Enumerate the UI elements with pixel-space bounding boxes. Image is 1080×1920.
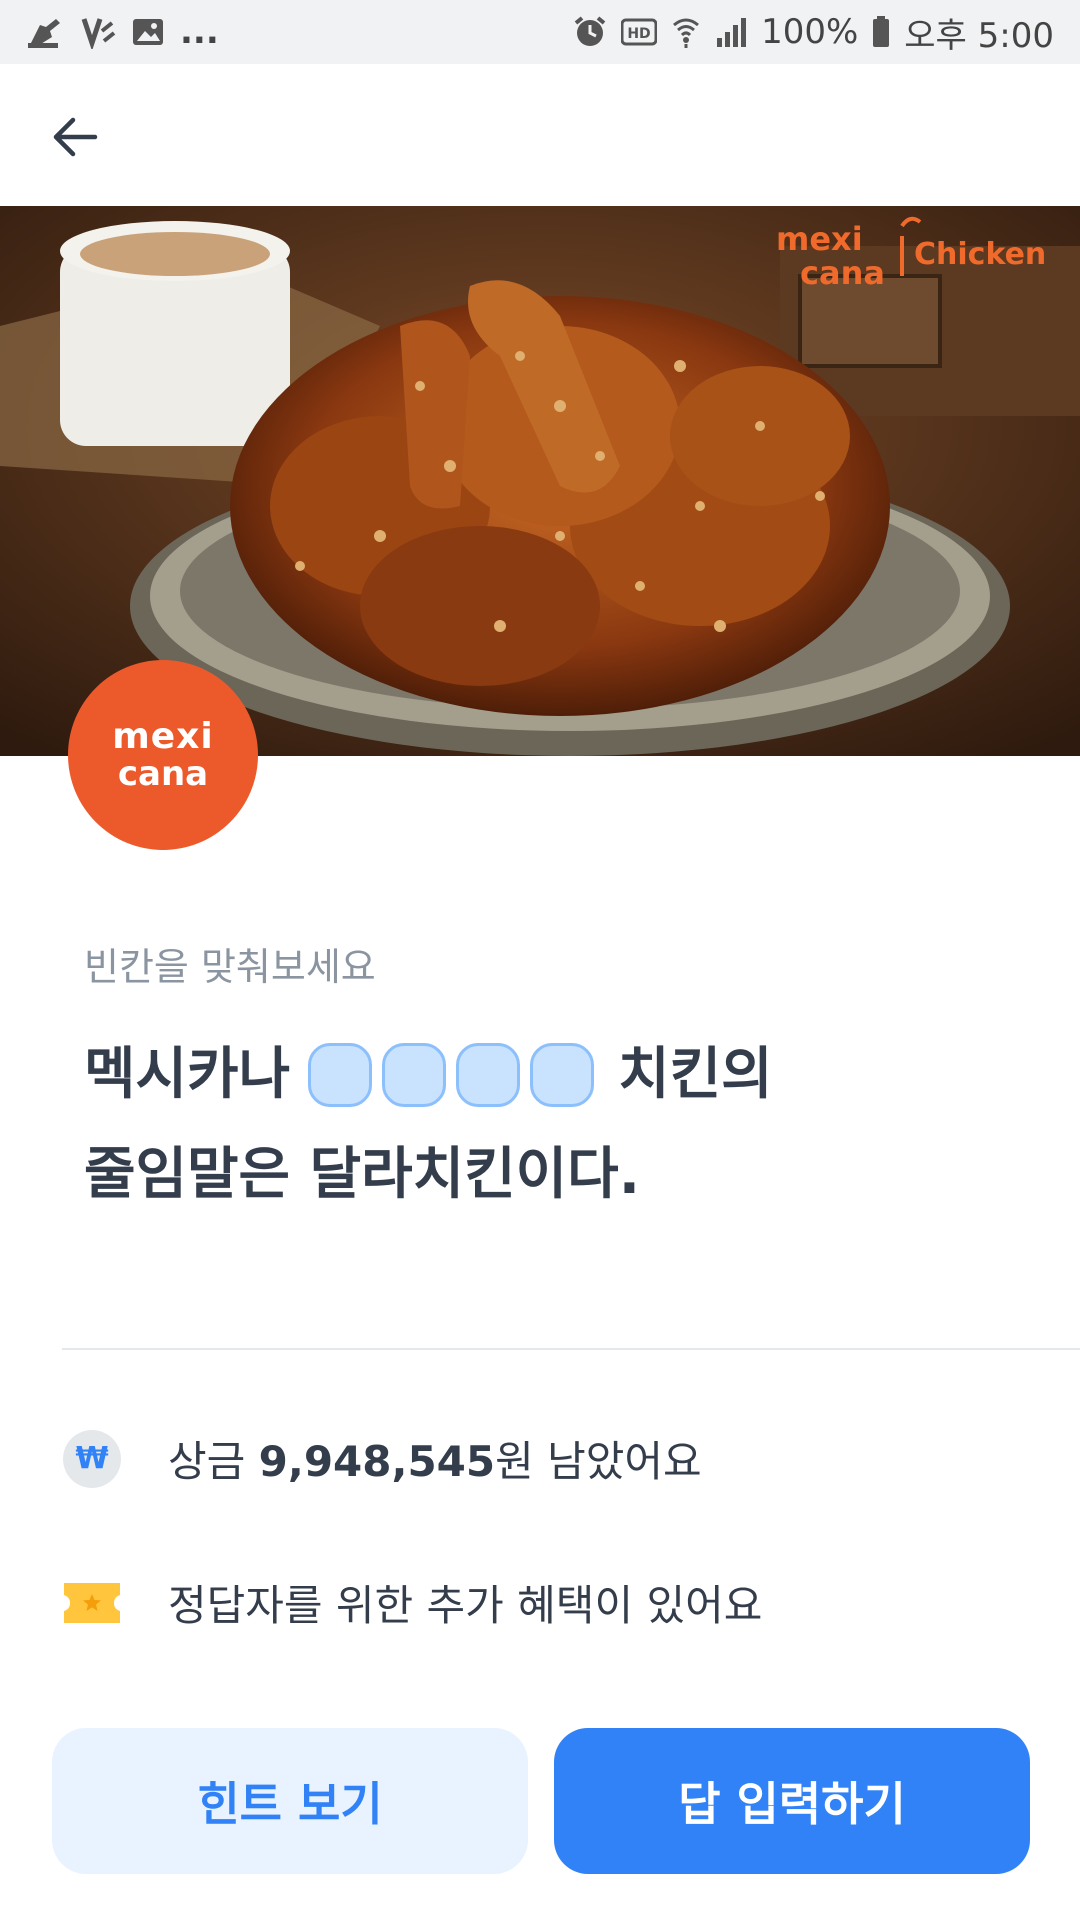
brand-logo-badge: mexi cana (68, 660, 258, 850)
battery-icon (872, 16, 890, 48)
status-bar: ... HD 100% 오후 5:00 (0, 0, 1080, 64)
wifi-icon (671, 15, 701, 49)
answer-blank (382, 1043, 447, 1107)
ticket-icon (62, 1573, 122, 1633)
cleaner-notification-icon (26, 15, 66, 49)
status-bar-right: HD 100% 오후 5:00 (573, 8, 1054, 57)
answer-blank (456, 1043, 521, 1107)
prize-text: 상금 9,948,545원 남았어요 (168, 1437, 702, 1486)
back-button[interactable] (40, 104, 110, 174)
more-notifications: ... (180, 12, 219, 52)
section-divider (62, 1348, 1080, 1350)
answer-blank (308, 1043, 373, 1107)
won-coin-icon: ₩ (62, 1429, 122, 1489)
signal-icon (715, 16, 747, 48)
bonus-info-row: 정답자를 위한 추가 혜택이 있어요 (62, 1572, 762, 1633)
hd-icon: HD (621, 17, 658, 47)
enter-answer-button[interactable]: 답 입력하기 (554, 1728, 1030, 1874)
status-bar-left: ... (26, 12, 219, 52)
image-notification-icon (130, 15, 166, 49)
svg-text:HD: HD (627, 26, 650, 42)
quiz-prompt-label: 빈칸을 맞춰보세요 (84, 945, 376, 989)
svg-text:cana: cana (800, 254, 885, 292)
quiz-line-2: 줄임말은 달라치킨이다. (84, 1142, 640, 1207)
battery-percent: 100% (761, 12, 859, 52)
quiz-text-after-blank: 치킨의 (618, 1042, 773, 1107)
brand-logo-text-top: mexi (112, 716, 214, 757)
vpn-notification-icon (80, 15, 116, 49)
bonus-text: 정답자를 위한 추가 혜택이 있어요 (168, 1581, 763, 1630)
hint-button[interactable]: 힌트 보기 (52, 1728, 528, 1874)
quiz-question: 멕시카나 치킨의 줄임말은 달라치킨이다. (84, 1025, 1004, 1225)
svg-text:mexi: mexi (776, 220, 863, 258)
svg-text:Chicken: Chicken (914, 237, 1046, 272)
brand-logo-text-bottom: cana (117, 754, 209, 794)
answer-blank (530, 1043, 595, 1107)
app-header (0, 64, 1080, 206)
arrow-left-icon (51, 115, 99, 163)
answer-blanks (308, 1043, 604, 1107)
prize-amount: 9,948,545 (258, 1437, 496, 1486)
quiz-line-1: 멕시카나 치킨의 (84, 1025, 1004, 1125)
quiz-text-before-blank: 멕시카나 (84, 1042, 291, 1107)
clock: 오후 5:00 (904, 15, 1054, 56)
alarm-icon (573, 15, 607, 49)
prize-info-row: ₩ 상금 9,948,545원 남았어요 (62, 1428, 702, 1489)
